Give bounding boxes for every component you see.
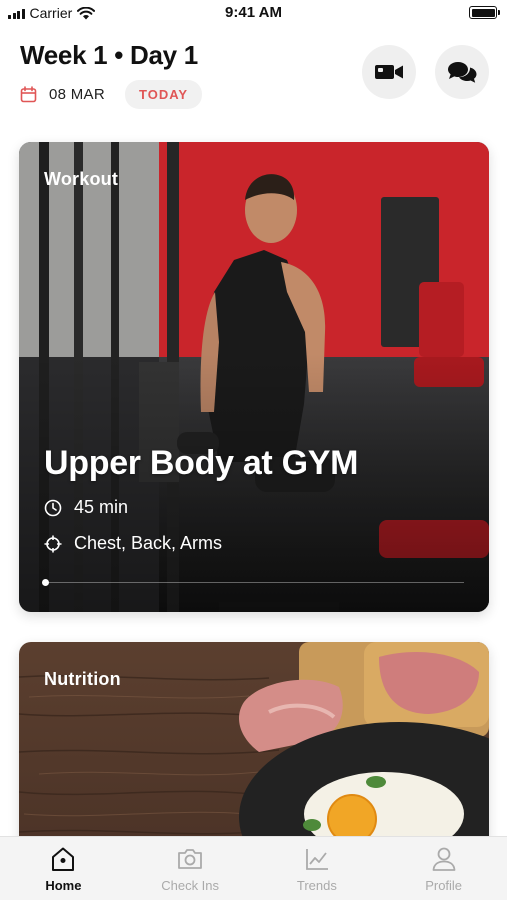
calendar-icon (20, 86, 37, 103)
chat-bubbles-icon (448, 62, 477, 83)
tab-trends-label: Trends (296, 878, 337, 893)
target-icon (44, 535, 62, 552)
nutrition-label: Nutrition (44, 669, 121, 689)
battery-icon (469, 6, 500, 19)
duration-text: 45 min (74, 497, 129, 517)
tab-trends[interactable]: Trends (254, 837, 381, 900)
today-button[interactable]: TODAY (125, 80, 203, 109)
tab-home-label: Home (45, 878, 82, 893)
workout-duration: 45 min (44, 497, 128, 518)
tab-bar: Home Check Ins Trends Profile (0, 836, 507, 900)
current-date: 08 MAR (49, 86, 105, 103)
status-time: 9:41 AM (225, 4, 282, 21)
focus-text: Chest, Back, Arms (74, 533, 223, 553)
tab-check-ins[interactable]: Check Ins (127, 837, 254, 900)
chat-button[interactable] (435, 45, 489, 99)
tab-check-ins-label: Check Ins (161, 878, 220, 893)
date-row: 08 MAR TODAY (20, 80, 203, 109)
status-bar: Carrier 9:41 AM (0, 0, 507, 26)
video-camera-icon (375, 65, 403, 79)
page-title: Week 1 • Day 1 (20, 40, 198, 70)
chart-icon (305, 849, 328, 870)
camera-icon (178, 849, 203, 869)
workout-label: Workout (44, 169, 119, 189)
video-call-button[interactable] (362, 45, 416, 99)
tab-profile-label: Profile (425, 878, 463, 893)
tab-profile[interactable]: Profile (380, 837, 507, 900)
clock-icon (44, 499, 62, 516)
home-icon (52, 847, 75, 871)
user-icon (432, 847, 456, 871)
workout-focus: Chest, Back, Arms (44, 533, 222, 554)
workout-card[interactable]: Workout Upper Body at GYM 45 min Chest, … (19, 142, 489, 612)
tab-home[interactable]: Home (0, 837, 127, 900)
progress-indicator (42, 579, 49, 586)
workout-progress-bar (42, 579, 464, 586)
workout-title: Upper Body at GYM (44, 444, 359, 482)
battery-level (471, 8, 495, 17)
